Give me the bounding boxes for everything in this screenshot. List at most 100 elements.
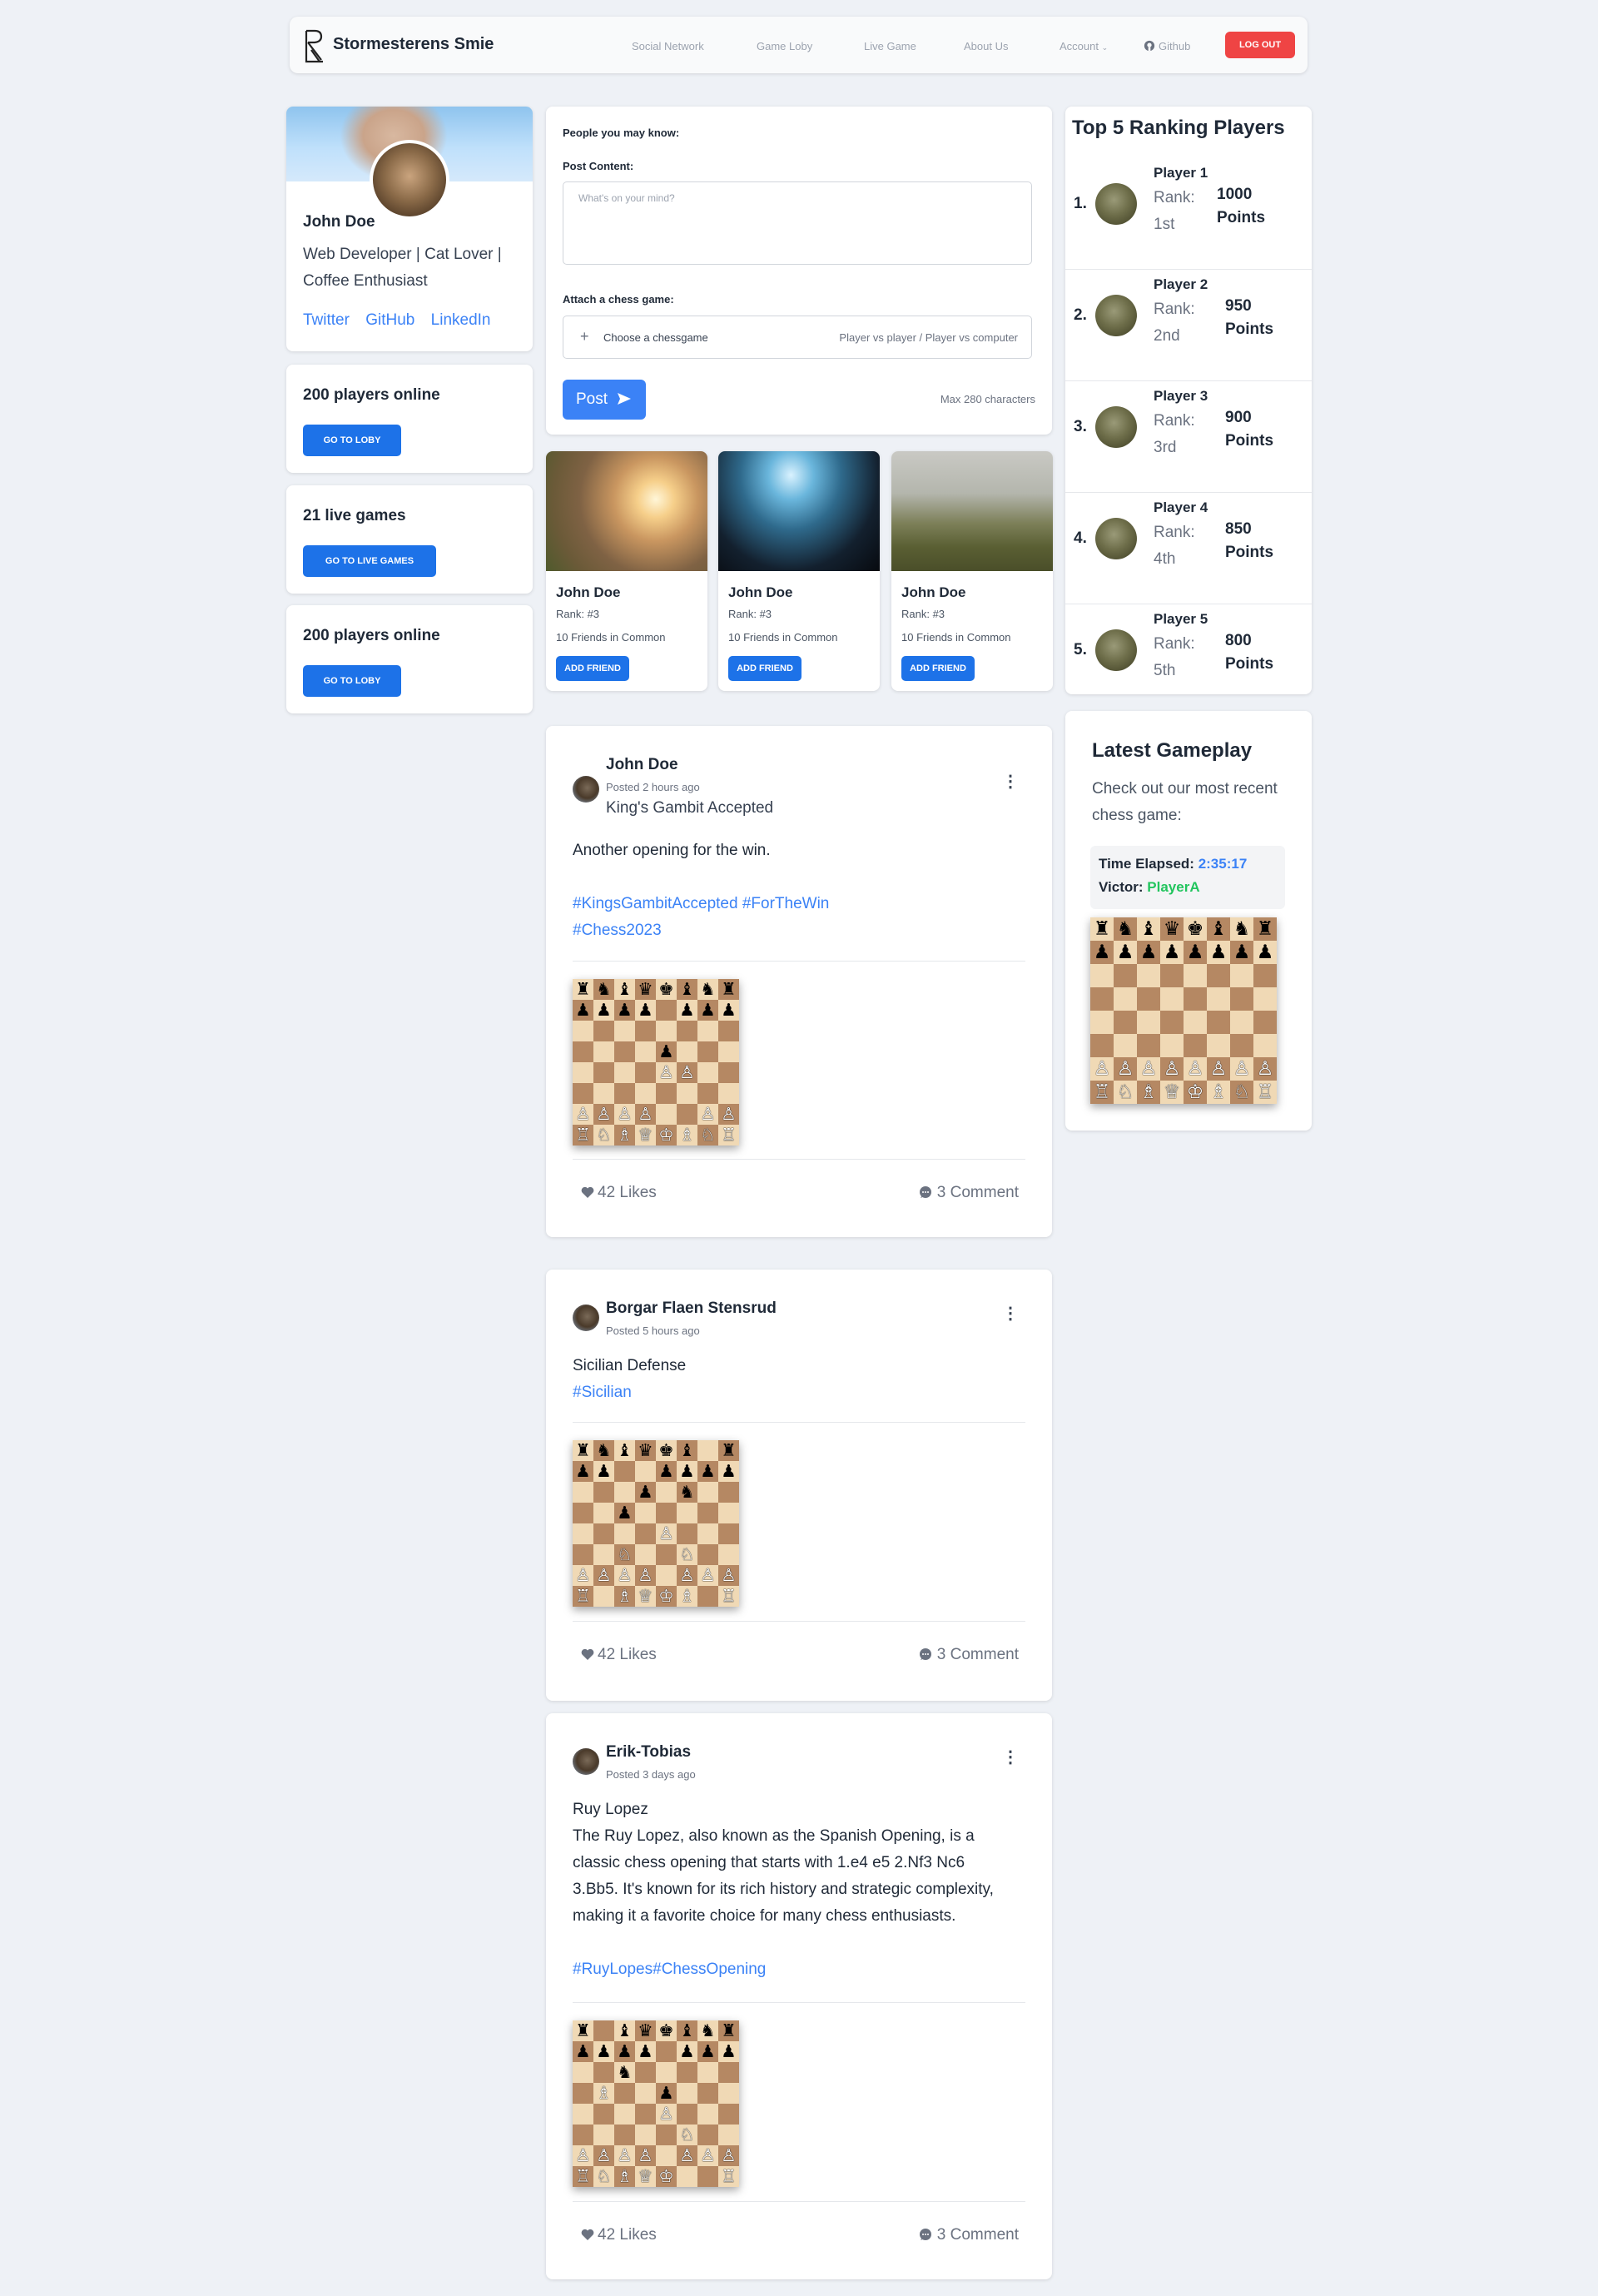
white-pawn-icon[interactable]: ♙ — [679, 2147, 694, 2164]
board-square[interactable] — [614, 2125, 635, 2145]
board-square[interactable]: ♙ — [656, 1062, 677, 1083]
board-square[interactable]: ♙ — [635, 1565, 656, 1586]
board-square[interactable]: ♕ — [635, 2166, 656, 2187]
board-square[interactable] — [573, 1523, 593, 1544]
black-pawn-icon[interactable]: ♟ — [679, 1001, 694, 1019]
board-square[interactable] — [593, 2062, 614, 2083]
board-square[interactable] — [677, 1523, 697, 1544]
white-rook-icon[interactable]: ♖ — [575, 1126, 590, 1144]
black-queen-icon[interactable]: ♛ — [1164, 919, 1181, 939]
black-pawn-icon[interactable]: ♟ — [596, 2043, 611, 2060]
board-square[interactable]: ♜ — [718, 1440, 739, 1461]
board-square[interactable] — [656, 2062, 677, 2083]
board-square[interactable]: ♟ — [614, 2041, 635, 2062]
black-pawn-icon[interactable]: ♟ — [638, 2043, 653, 2060]
black-rook-icon[interactable]: ♜ — [721, 2022, 736, 2040]
board-square[interactable]: ♗ — [677, 1125, 697, 1146]
board-square[interactable] — [1137, 1011, 1160, 1034]
white-pawn-icon[interactable]: ♙ — [679, 1064, 694, 1081]
black-king-icon[interactable]: ♚ — [658, 981, 673, 998]
board-square[interactable] — [1114, 964, 1137, 987]
board-square[interactable] — [697, 1482, 718, 1503]
board-square[interactable] — [635, 1544, 656, 1565]
linkedin-link[interactable]: LinkedIn — [431, 311, 491, 329]
board-square[interactable]: ♚ — [1184, 917, 1207, 941]
board-square[interactable] — [1253, 1011, 1277, 1034]
board-square[interactable]: ♖ — [718, 1125, 739, 1146]
board-square[interactable] — [718, 1482, 739, 1503]
black-knight-icon[interactable]: ♞ — [617, 2064, 632, 2081]
board-square[interactable] — [1207, 987, 1230, 1011]
board-square[interactable]: ♟ — [677, 2041, 697, 2062]
black-knight-icon[interactable]: ♞ — [1233, 919, 1251, 939]
ranking-row[interactable]: 2. Player 2 Rank: 2nd 950 Points — [1065, 270, 1312, 381]
board-square[interactable] — [635, 2104, 656, 2125]
white-pawn-icon[interactable]: ♙ — [617, 1106, 632, 1123]
black-bishop-icon[interactable]: ♝ — [617, 981, 632, 998]
board-square[interactable]: ♞ — [614, 2062, 635, 2083]
board-square[interactable]: ♖ — [1090, 1081, 1114, 1104]
board-square[interactable]: ♖ — [573, 2166, 593, 2187]
white-pawn-icon[interactable]: ♙ — [1094, 1059, 1111, 1079]
board-square[interactable] — [573, 2125, 593, 2145]
black-bishop-icon[interactable]: ♝ — [679, 1442, 694, 1459]
white-bishop-icon[interactable]: ♗ — [679, 1126, 694, 1144]
board-square[interactable] — [697, 1021, 718, 1041]
black-pawn-icon[interactable]: ♟ — [1233, 942, 1251, 962]
board-square[interactable]: ♙ — [718, 1565, 739, 1586]
board-square[interactable] — [1137, 987, 1160, 1011]
white-pawn-icon[interactable]: ♙ — [1233, 1059, 1251, 1079]
board-square[interactable]: ♙ — [1090, 1057, 1114, 1081]
black-knight-icon[interactable]: ♞ — [596, 1442, 611, 1459]
board-square[interactable] — [1114, 987, 1137, 1011]
board-square[interactable]: ♕ — [1160, 1081, 1184, 1104]
black-bishop-icon[interactable]: ♝ — [679, 981, 694, 998]
black-pawn-icon[interactable]: ♟ — [638, 1001, 653, 1019]
board-square[interactable]: ♞ — [697, 979, 718, 1000]
nav-social-network[interactable]: Social Network — [632, 40, 704, 52]
board-square[interactable] — [1230, 1011, 1253, 1034]
board-square[interactable]: ♛ — [1160, 917, 1184, 941]
board-square[interactable]: ♟ — [1114, 941, 1137, 964]
white-pawn-icon[interactable]: ♙ — [596, 2147, 611, 2164]
board-square[interactable] — [593, 1021, 614, 1041]
go-to-loby-button[interactable]: GO TO LOBY — [303, 425, 401, 456]
white-knight-icon[interactable]: ♘ — [679, 1546, 694, 1563]
board-square[interactable]: ♟ — [593, 2041, 614, 2062]
board-square[interactable] — [635, 2062, 656, 2083]
like-button[interactable]: 42 Likes — [581, 1184, 657, 1202]
black-pawn-icon[interactable]: ♟ — [596, 1463, 611, 1480]
black-pawn-icon[interactable]: ♟ — [679, 2043, 694, 2060]
white-knight-icon[interactable]: ♘ — [700, 1126, 715, 1144]
white-pawn-icon[interactable]: ♙ — [617, 2147, 632, 2164]
board-square[interactable] — [635, 2083, 656, 2104]
board-square[interactable] — [1184, 964, 1207, 987]
board-square[interactable] — [635, 1021, 656, 1041]
white-rook-icon[interactable]: ♖ — [1094, 1082, 1111, 1102]
go-to-loby-button-2[interactable]: GO TO LOBY — [303, 665, 401, 697]
board-square[interactable] — [1253, 964, 1277, 987]
black-rook-icon[interactable]: ♜ — [575, 2022, 590, 2040]
board-square[interactable]: ♚ — [656, 2020, 677, 2041]
board-square[interactable]: ♙ — [718, 1104, 739, 1125]
nav-game-loby[interactable]: Game Loby — [757, 40, 812, 52]
board-square[interactable] — [697, 2062, 718, 2083]
white-knight-icon[interactable]: ♘ — [1233, 1082, 1251, 1102]
board-square[interactable]: ♟ — [718, 2041, 739, 2062]
board-square[interactable] — [718, 2125, 739, 2145]
white-pawn-icon[interactable]: ♙ — [596, 1106, 611, 1123]
black-king-icon[interactable]: ♚ — [658, 1442, 673, 1459]
board-square[interactable] — [1230, 964, 1253, 987]
board-square[interactable]: ♟ — [677, 1000, 697, 1021]
board-square[interactable] — [1160, 964, 1184, 987]
board-square[interactable] — [593, 1523, 614, 1544]
white-pawn-icon[interactable]: ♙ — [1164, 1059, 1181, 1079]
board-square[interactable] — [1114, 1011, 1137, 1034]
board-square[interactable]: ♟ — [573, 1461, 593, 1482]
board-square[interactable] — [573, 1021, 593, 1041]
board-square[interactable] — [1184, 1011, 1207, 1034]
white-pawn-icon[interactable]: ♙ — [638, 1106, 653, 1123]
white-bishop-icon[interactable]: ♗ — [679, 1588, 694, 1605]
board-square[interactable]: ♙ — [1207, 1057, 1230, 1081]
white-pawn-icon[interactable]: ♙ — [679, 1567, 694, 1584]
